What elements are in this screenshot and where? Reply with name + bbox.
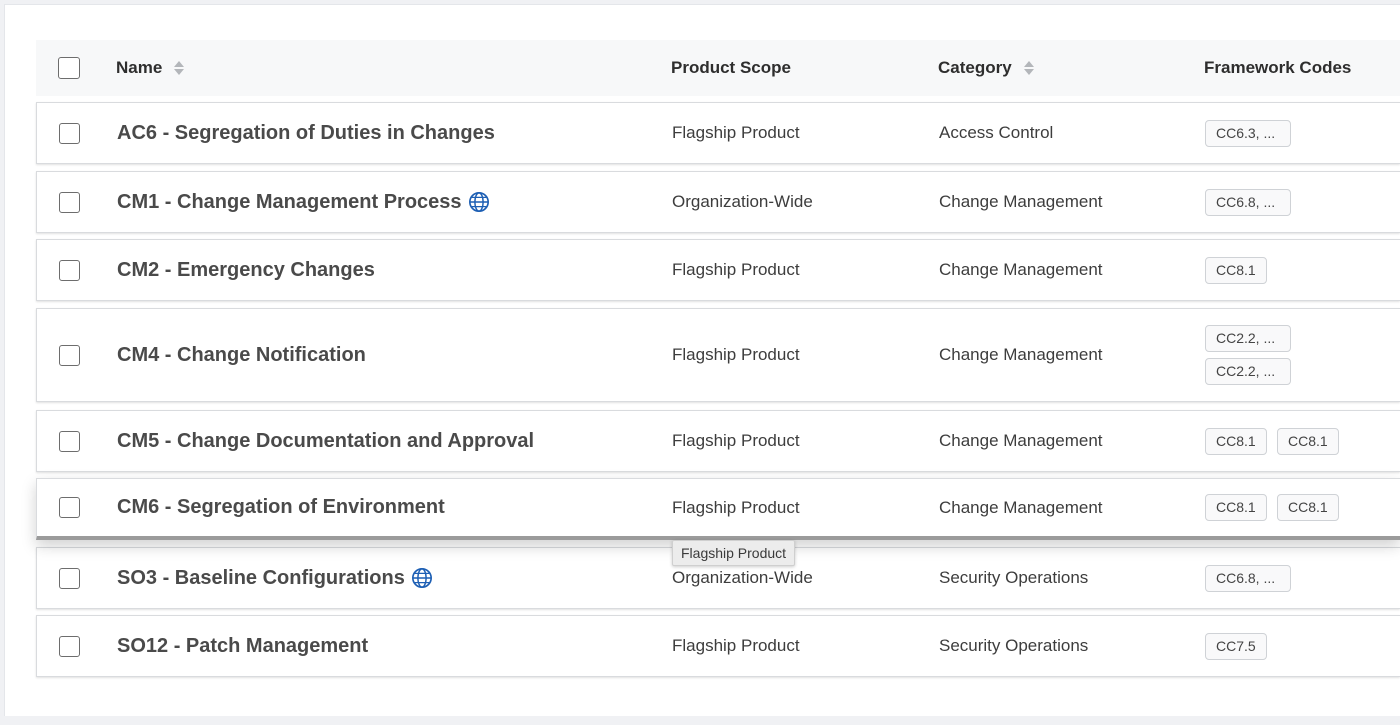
table-row[interactable]: CM4 - Change Notification Flagship Produc… [36, 308, 1400, 402]
row-codes-cell: CC8.1 CC8.1 [1205, 411, 1339, 471]
column-header-codes: Framework Codes [1204, 40, 1351, 96]
control-name-link[interactable]: CM1 - Change Management Process [117, 191, 462, 214]
row-codes-cell: CC8.1 [1205, 240, 1267, 300]
row-scope: Flagship Product [672, 345, 800, 364]
controls-table: Name Product Scope Category Framework Co… [36, 40, 1400, 677]
table-row[interactable]: CM5 - Change Documentation and Approval F… [36, 410, 1400, 472]
row-scope: Flagship Product [672, 123, 800, 142]
row-name-cell: SO12 - Patch Management [117, 616, 368, 676]
column-header-scope-label: Product Scope [671, 58, 791, 77]
row-category: Security Operations [939, 636, 1089, 655]
row-checkbox-cell [59, 240, 80, 300]
row-codes-cell: CC6.3, ... [1205, 103, 1291, 163]
row-checkbox-cell [59, 103, 80, 163]
framework-code-tag[interactable]: CC8.1 [1277, 427, 1339, 455]
column-header-scope: Product Scope [671, 40, 791, 96]
row-scope: Flagship Product [672, 636, 800, 655]
globe-icon [468, 192, 489, 212]
row-checkbox-cell [59, 479, 80, 536]
row-codes-cell: CC2.2, ... CC2.2, ... [1205, 309, 1291, 401]
row-checkbox-cell [59, 548, 80, 608]
control-name-link[interactable]: SO12 - Patch Management [117, 635, 368, 658]
framework-code-tag[interactable]: CC6.8, ... [1205, 188, 1291, 216]
row-scope: Flagship Product [672, 431, 800, 450]
control-name-link[interactable]: CM5 - Change Documentation and Approval [117, 430, 534, 453]
framework-code-tag[interactable]: CC7.5 [1205, 632, 1267, 660]
column-header-codes-label: Framework Codes [1204, 58, 1352, 77]
row-checkbox[interactable] [59, 259, 80, 281]
globe-icon [411, 568, 432, 588]
row-category: Change Management [939, 431, 1103, 450]
control-name-link[interactable]: CM6 - Segregation of Environment [117, 496, 445, 519]
row-name-cell: CM1 - Change Management Process [117, 172, 490, 232]
column-header-name-label: Name [116, 58, 163, 77]
row-checkbox[interactable] [59, 122, 80, 144]
column-header-name[interactable]: Name [116, 40, 185, 96]
framework-code-tag[interactable]: CC8.1 [1277, 494, 1339, 521]
control-name-link[interactable]: CM2 - Emergency Changes [117, 259, 375, 282]
row-name-cell: CM6 - Segregation of Environment [117, 479, 445, 536]
row-category: Change Management [939, 260, 1103, 279]
table-row[interactable]: SO12 - Patch Management Flagship Product S… [36, 615, 1400, 677]
row-category: Change Management [939, 497, 1103, 517]
row-name-cell: CM2 - Emergency Changes [117, 240, 375, 300]
row-checkbox[interactable] [59, 344, 80, 366]
select-all-cell [58, 40, 80, 96]
row-category: Security Operations [939, 568, 1089, 587]
framework-code-tag[interactable]: CC8.1 [1205, 427, 1267, 455]
row-codes-cell: CC6.8, ... [1205, 172, 1291, 232]
row-checkbox[interactable] [59, 191, 80, 213]
sort-icon[interactable] [1023, 61, 1034, 75]
row-scope: Flagship Product [672, 260, 800, 279]
framework-code-tag[interactable]: CC2.2, ... [1205, 358, 1291, 385]
row-checkbox-cell [59, 172, 80, 232]
control-name-link[interactable]: AC6 - Segregation of Duties in Changes [117, 122, 495, 145]
row-checkbox[interactable] [59, 430, 80, 452]
row-name-cell: SO3 - Baseline Configurations [117, 548, 433, 608]
select-all-checkbox[interactable] [58, 57, 80, 79]
framework-code-tag[interactable]: CC6.3, ... [1205, 119, 1291, 147]
framework-code-tag[interactable]: CC8.1 [1205, 256, 1267, 284]
row-codes-cell: CC6.8, ... [1205, 548, 1291, 608]
row-codes-cell: CC8.1 CC8.1 [1205, 479, 1339, 536]
drag-tooltip: Flagship Product [672, 540, 796, 566]
column-header-category[interactable]: Category [938, 40, 1034, 96]
control-name-link[interactable]: CM4 - Change Notification [117, 344, 366, 367]
row-name-cell: AC6 - Segregation of Duties in Changes [117, 103, 495, 163]
control-name-link[interactable]: SO3 - Baseline Configurations [117, 567, 405, 590]
row-checkbox-cell [59, 411, 80, 471]
row-category: Access Control [939, 123, 1054, 142]
row-name-cell: CM5 - Change Documentation and Approval [117, 411, 534, 471]
row-checkbox[interactable] [59, 497, 80, 518]
table-row[interactable]: AC6 - Segregation of Duties in Changes Fl… [36, 102, 1400, 164]
row-codes-cell: CC7.5 [1205, 616, 1267, 676]
column-header-category-label: Category [938, 58, 1012, 77]
row-name-cell: CM4 - Change Notification [117, 309, 366, 401]
row-scope: Organization-Wide [672, 192, 813, 211]
table-row[interactable]: CM1 - Change Management Process Organizat… [36, 171, 1400, 233]
table-row[interactable]: CM6 - Segregation of Environment Flagship… [36, 478, 1400, 540]
table-row[interactable]: CM2 - Emergency Changes Flagship Product C… [36, 239, 1400, 301]
row-scope: Flagship Product [672, 497, 800, 517]
row-checkbox-cell [59, 616, 80, 676]
row-checkbox[interactable] [59, 635, 80, 657]
table-header: Name Product Scope Category Framework Co… [36, 40, 1400, 96]
framework-code-tag[interactable]: CC8.1 [1205, 494, 1267, 521]
row-category: Change Management [939, 192, 1103, 211]
row-checkbox[interactable] [59, 567, 80, 589]
row-category: Change Management [939, 345, 1103, 364]
row-checkbox-cell [59, 309, 80, 401]
framework-code-tag[interactable]: CC6.8, ... [1205, 564, 1291, 592]
framework-code-tag[interactable]: CC2.2, ... [1205, 325, 1291, 352]
sort-icon[interactable] [174, 61, 185, 75]
